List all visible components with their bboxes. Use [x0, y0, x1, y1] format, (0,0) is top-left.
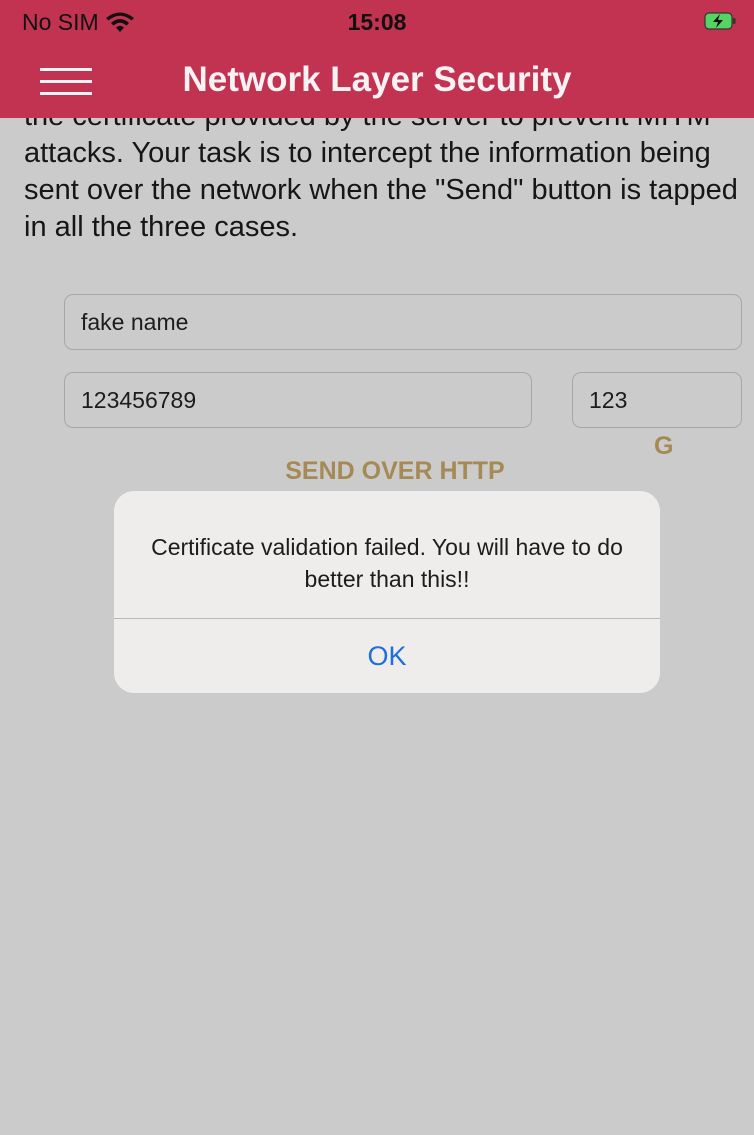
description-text: the certificate provided by the server t…	[24, 118, 738, 243]
alert-dialog: Certificate validation failed. You will …	[114, 491, 660, 693]
alert-ok-button[interactable]: OK	[114, 619, 660, 693]
card-number-input[interactable]: 123456789	[64, 372, 532, 428]
page-title: Network Layer Security	[182, 60, 572, 99]
status-time: 15:08	[347, 9, 407, 35]
name-input[interactable]: fake name	[64, 294, 742, 350]
alert-message: Certificate validation failed. You will …	[151, 534, 623, 592]
obscured-button-fragment: G	[654, 432, 674, 460]
send-over-http-button[interactable]: SEND OVER HTTP	[0, 456, 754, 487]
status-bar: No SIM 15:08	[0, 0, 754, 44]
battery-charging-icon	[704, 12, 736, 30]
cvv-input[interactable]: 123	[572, 372, 742, 428]
navigation-bar: Network Layer Security	[0, 44, 754, 118]
